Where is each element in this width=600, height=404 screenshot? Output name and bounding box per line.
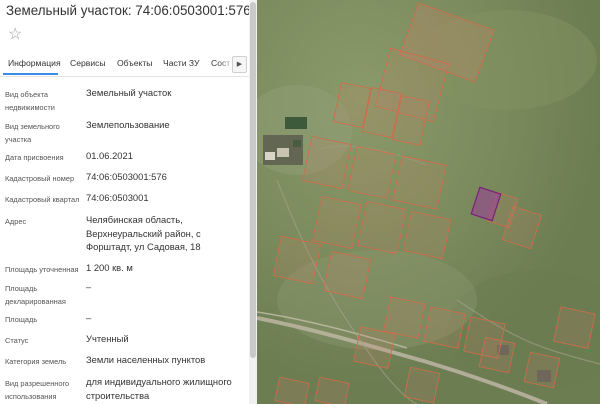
attr-value: Учтенный xyxy=(86,333,129,344)
attr-label: Кадастровый квартал xyxy=(5,195,80,204)
parcel xyxy=(403,366,441,404)
attr-label: Вид земельного участка xyxy=(5,122,60,144)
attr-value: 74:06:0503001:576 xyxy=(86,171,167,182)
attr-label: Вид объекта недвижимости xyxy=(5,90,55,112)
attr-value: 74:06:0503001 xyxy=(86,192,149,203)
parcel xyxy=(523,351,561,389)
attr-value: – xyxy=(86,281,92,292)
attr-value: 1 200 кв. м xyxy=(86,262,133,273)
attr-value: 01.06.2021 xyxy=(86,150,133,161)
parcel xyxy=(353,326,396,369)
info-panel: Земельный участок: 74:06:0503001:576 ☆ И… xyxy=(0,0,249,404)
parcel xyxy=(383,296,426,339)
attr-label: Площадь декларированная xyxy=(5,284,66,306)
map-canvas[interactable] xyxy=(257,0,600,404)
attr-value: Земли населенных пунктов xyxy=(86,354,206,365)
attr-value: Челябинская область, Верхнеуральский рай… xyxy=(86,214,201,252)
chevron-right-icon[interactable]: ▶ xyxy=(232,56,247,73)
attr-label: Площадь xyxy=(5,315,38,324)
building xyxy=(265,152,275,160)
parcel xyxy=(423,306,466,349)
tab-info[interactable]: Информация xyxy=(8,58,61,68)
building xyxy=(293,140,301,147)
attr-label: Адрес xyxy=(5,217,27,226)
parcel xyxy=(322,250,372,300)
parcel xyxy=(402,210,452,260)
parcel xyxy=(392,155,447,210)
parcel xyxy=(553,306,596,349)
parcel xyxy=(272,235,322,285)
attr-value: для индивидуального жилищного строительс… xyxy=(86,376,232,401)
star-outline-icon[interactable]: ☆ xyxy=(8,27,22,43)
attr-label: Дата присвоения xyxy=(5,153,64,162)
attr-value: – xyxy=(86,312,92,323)
building xyxy=(285,117,307,129)
tab-parts[interactable]: Части ЗУ xyxy=(163,58,199,68)
attr-label: Категория земель xyxy=(5,357,67,366)
tab-services[interactable]: Сервисы xyxy=(70,58,106,68)
tab-objects[interactable]: Объекты xyxy=(117,58,152,68)
active-tab-indicator xyxy=(3,73,58,75)
attr-label: Площадь уточненная xyxy=(5,265,79,274)
scrollbar-thumb[interactable] xyxy=(250,2,256,358)
attr-label: Статус xyxy=(5,336,29,345)
satellite-map[interactable] xyxy=(257,0,600,404)
attr-label: Кадастровый номер xyxy=(5,174,75,183)
parcel xyxy=(478,336,516,374)
page-title: Земельный участок: 74:06:0503001:576 xyxy=(6,3,249,18)
building xyxy=(277,148,289,157)
attr-value: Землепользование xyxy=(86,119,170,130)
attr-value: Земельный участок xyxy=(86,87,172,98)
attr-label: Вид разрешенного использования xyxy=(5,379,70,401)
